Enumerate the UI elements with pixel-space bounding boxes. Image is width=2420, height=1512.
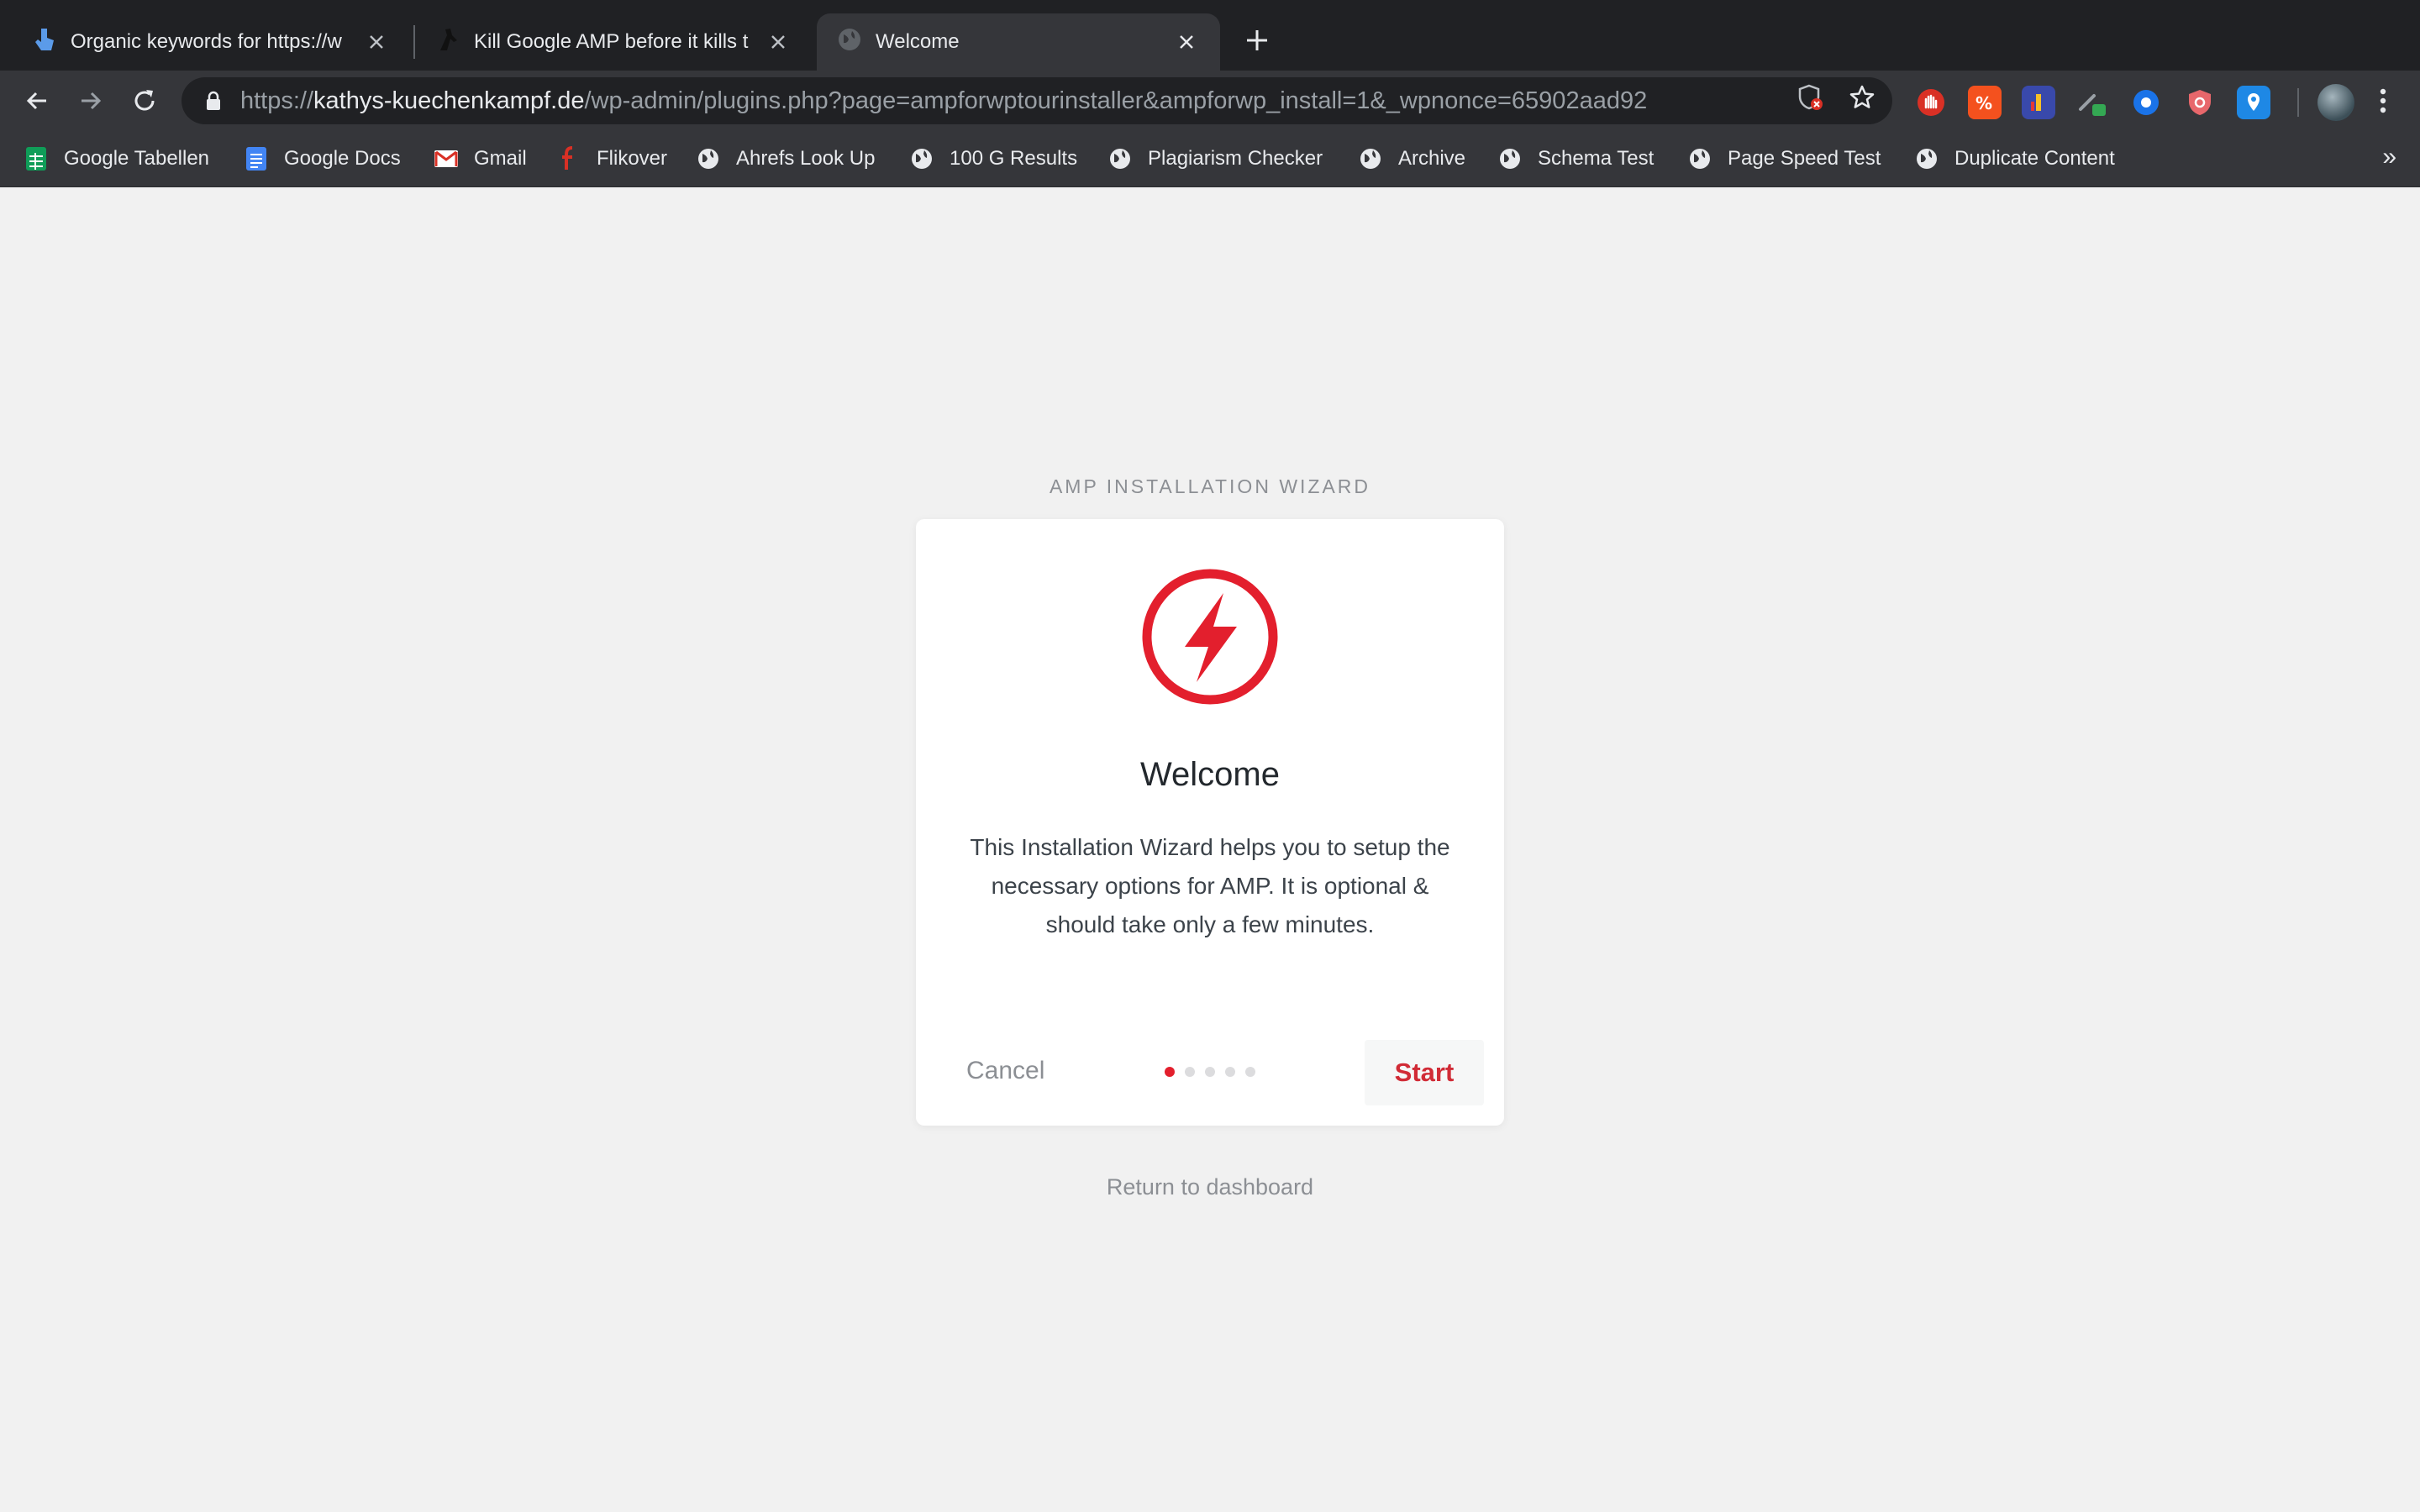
browser-toolbar: https://kathys-kuechenkampf.de/wp-admin/… xyxy=(0,71,2420,131)
start-button[interactable]: Start xyxy=(1365,1040,1484,1105)
toolbar-divider xyxy=(2297,88,2299,117)
bookmark-gmail[interactable]: Gmail xyxy=(434,141,527,176)
bookmarks-overflow-button[interactable]: » xyxy=(2382,143,2396,171)
ahrefs-hand-icon xyxy=(34,27,57,58)
url-path: /wp-admin/plugins.php?page=ampforwptouri… xyxy=(584,87,1648,114)
gmail-icon xyxy=(434,146,459,171)
location-extension-icon[interactable] xyxy=(2237,86,2270,119)
sheets-icon xyxy=(24,146,49,171)
bookmark-label: Schema Test xyxy=(1538,147,1655,170)
wizard-description: This Installation Wizard helps you to se… xyxy=(970,834,1450,937)
close-icon[interactable] xyxy=(1173,29,1200,55)
flikover-icon xyxy=(556,146,581,171)
new-tab-button[interactable] xyxy=(1242,25,1272,55)
star-icon[interactable] xyxy=(1849,84,1876,115)
bookmark-google-tabellen[interactable]: Google Tabellen xyxy=(24,141,209,176)
close-icon[interactable] xyxy=(363,29,390,55)
step-dot xyxy=(1205,1067,1215,1077)
bookmark-flikover[interactable]: Flikover xyxy=(556,141,667,176)
shield-blocked-icon[interactable] xyxy=(1798,84,1823,115)
tab-separator xyxy=(413,25,415,59)
profile-avatar[interactable] xyxy=(2317,84,2354,121)
bookmark-page-speed-test[interactable]: Page Speed Test xyxy=(1687,141,1881,176)
globe-icon xyxy=(1107,146,1133,171)
bookmark-label: 100 G Results xyxy=(950,147,1078,170)
tab-kill-google-amp[interactable]: Kill Google AMP before it kills t xyxy=(417,13,812,71)
bookmark-duplicate-content[interactable]: Duplicate Content xyxy=(1914,141,2115,176)
close-icon[interactable] xyxy=(765,29,792,55)
omnibox-actions xyxy=(1798,84,1876,115)
back-button[interactable] xyxy=(20,84,54,118)
bookmark-schema-test[interactable]: Schema Test xyxy=(1497,141,1654,176)
step-dot xyxy=(1165,1067,1175,1077)
bookmark-label: Page Speed Test xyxy=(1728,147,1881,170)
bookmarks-bar: Google Tabellen Google Docs Gmail Flikov… xyxy=(0,131,2420,187)
bookmark-archive[interactable]: Archive xyxy=(1358,141,1465,176)
address-bar[interactable]: https://kathys-kuechenkampf.de/wp-admin/… xyxy=(182,77,1892,124)
return-to-dashboard-link[interactable]: Return to dashboard xyxy=(0,1174,2420,1200)
step-dot xyxy=(1185,1067,1195,1077)
globe-icon xyxy=(696,146,721,171)
globe-icon xyxy=(909,146,934,171)
step-indicator xyxy=(1165,1067,1255,1077)
shield-extension-icon[interactable] xyxy=(2183,86,2217,119)
globe-icon xyxy=(1358,146,1383,171)
globe-icon xyxy=(837,27,862,58)
bookmark-plagiarism-checker[interactable]: Plagiarism Checker xyxy=(1107,141,1323,176)
step-dot xyxy=(1245,1067,1255,1077)
pen-extension-icon[interactable] xyxy=(2075,86,2109,119)
circle-extension-icon[interactable] xyxy=(2129,86,2163,119)
docs-icon xyxy=(244,146,269,171)
wizard-card: Welcome This Installation Wizard helps y… xyxy=(916,519,1504,1126)
amp-lightning-logo-icon xyxy=(1141,568,1279,706)
tab-title: Kill Google AMP before it kills t xyxy=(474,30,749,53)
bookmark-label: Duplicate Content xyxy=(1954,147,2115,170)
cancel-button[interactable]: Cancel xyxy=(966,1057,1044,1085)
extensions-area: % xyxy=(1914,84,2354,121)
wizard-title: Welcome xyxy=(1140,756,1280,793)
figure-icon xyxy=(435,27,460,58)
bookmark-label: Ahrefs Look Up xyxy=(736,147,876,170)
browser-menu-icon[interactable] xyxy=(2366,84,2400,118)
bookmark-100-g-results[interactable]: 100 G Results xyxy=(909,141,1077,176)
tab-title: Organic keywords for https://w xyxy=(71,30,342,53)
wizard-heading: AMP INSTALLATION WIZARD xyxy=(1049,475,1371,497)
bookmark-label: Archive xyxy=(1398,147,1466,170)
seo-extension-icon[interactable] xyxy=(2022,86,2055,119)
bookmark-label: Google Docs xyxy=(284,147,401,170)
globe-icon xyxy=(1497,146,1523,171)
reload-button[interactable] xyxy=(128,84,161,118)
globe-icon xyxy=(1914,146,1939,171)
bookmark-google-docs[interactable]: Google Docs xyxy=(244,141,401,176)
bookmark-ahrefs-look-up[interactable]: Ahrefs Look Up xyxy=(696,141,875,176)
bookmark-label: Gmail xyxy=(474,147,527,170)
bookmark-label: Flikover xyxy=(597,147,668,170)
hand-stop-extension-icon[interactable] xyxy=(1914,86,1948,119)
url-text[interactable]: https://kathys-kuechenkampf.de/wp-admin/… xyxy=(240,87,1647,115)
url-host: kathys-kuechenkampf.de xyxy=(313,87,585,114)
percent-extension-icon[interactable]: % xyxy=(1968,86,2002,119)
url-protocol: https:// xyxy=(240,87,314,114)
globe-icon xyxy=(1687,146,1712,171)
svg-text:%: % xyxy=(1975,93,1992,113)
bookmark-label: Google Tabellen xyxy=(64,147,210,170)
bookmark-label: Plagiarism Checker xyxy=(1148,147,1323,170)
tab-welcome[interactable]: Welcome xyxy=(817,13,1220,71)
tab-strip: Organic keywords for https://w Kill Goog… xyxy=(0,0,2420,71)
forward-button[interactable] xyxy=(74,84,108,118)
step-dot xyxy=(1225,1067,1235,1077)
tab-organic-keywords[interactable]: Organic keywords for https://w xyxy=(0,13,410,71)
tab-title: Welcome xyxy=(876,30,960,53)
lock-icon xyxy=(202,89,225,113)
